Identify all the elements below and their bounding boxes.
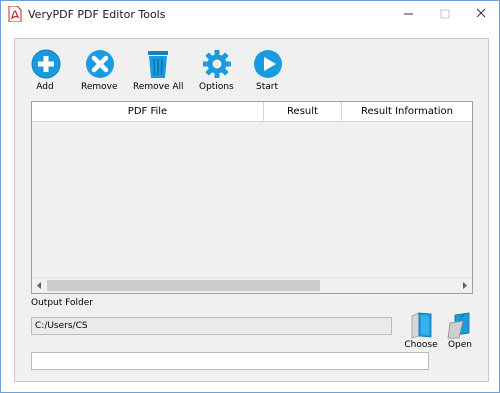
- progress-bar: [31, 352, 429, 370]
- scrollbar-thumb[interactable]: [47, 280, 320, 291]
- remove-label: Remove: [81, 82, 118, 92]
- start-button[interactable]: Start: [251, 49, 283, 95]
- column-header-result[interactable]: Result: [264, 102, 342, 121]
- remove-button[interactable]: Remove: [81, 49, 118, 95]
- window-title: VeryPDF PDF Editor Tools: [28, 8, 166, 21]
- choose-label: Choose: [404, 340, 438, 350]
- open-folder-icon: [447, 311, 473, 342]
- add-icon: [30, 49, 62, 81]
- main-panel: Add Remove Remove All Options Start PDF …: [14, 38, 489, 382]
- minimize-button[interactable]: [393, 1, 423, 27]
- trash-icon: [142, 49, 174, 81]
- options-button[interactable]: Options: [199, 49, 234, 95]
- remove-all-label: Remove All: [133, 82, 184, 92]
- choose-button[interactable]: Choose: [403, 311, 439, 351]
- close-button[interactable]: [466, 1, 496, 27]
- horizontal-scrollbar[interactable]: [32, 277, 472, 293]
- maximize-button[interactable]: [430, 1, 460, 27]
- output-folder-field[interactable]: C:/Users/CS: [31, 317, 392, 335]
- open-button[interactable]: Open: [443, 311, 477, 351]
- start-label: Start: [256, 82, 278, 92]
- play-icon: [252, 49, 284, 81]
- gear-icon: [201, 49, 233, 81]
- options-label: Options: [199, 82, 234, 92]
- table-header: PDF File Result Result Information: [32, 102, 472, 122]
- column-header-pdf-file[interactable]: PDF File: [32, 102, 264, 121]
- pdf-app-icon: [8, 5, 22, 23]
- open-label: Open: [447, 340, 473, 350]
- remove-all-button[interactable]: Remove All: [133, 49, 184, 95]
- title-bar: VeryPDF PDF Editor Tools: [1, 1, 499, 28]
- output-folder-label: Output Folder: [31, 298, 93, 308]
- scroll-right-icon[interactable]: [457, 278, 472, 293]
- column-header-result-information[interactable]: Result Information: [342, 102, 472, 121]
- folder-icon: [409, 311, 435, 342]
- add-label: Add: [36, 82, 54, 92]
- remove-icon: [84, 49, 116, 81]
- add-button[interactable]: Add: [30, 49, 62, 95]
- app-window: VeryPDF PDF Editor Tools Add Remove Remo…: [0, 0, 500, 393]
- file-list-table[interactable]: PDF File Result Result Information: [31, 101, 473, 294]
- scroll-left-icon[interactable]: [32, 278, 47, 293]
